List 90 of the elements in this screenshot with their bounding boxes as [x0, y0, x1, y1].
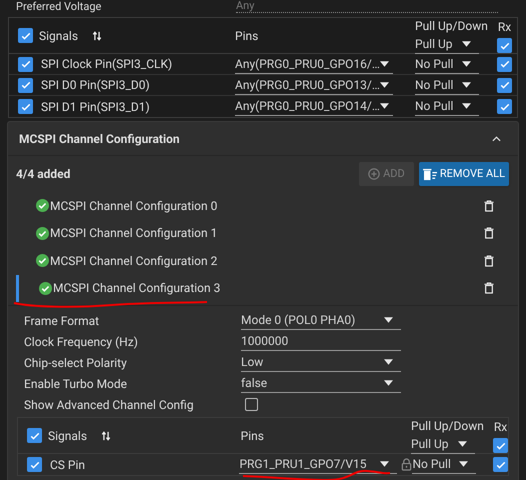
item-label: MCSPI Channel Configuration 1 [50, 225, 218, 242]
caret-icon [462, 103, 471, 109]
caret-icon [384, 317, 393, 323]
delete-icon[interactable] [484, 200, 494, 212]
column-header: Pull Up/Down [415, 18, 485, 35]
checkbox[interactable] [245, 398, 258, 411]
column-header: Rx [498, 19, 512, 36]
sort-icon[interactable] [101, 430, 112, 440]
collapse-icon[interactable] [492, 136, 501, 142]
input-field[interactable]: Any [236, 0, 498, 13]
caret-icon [384, 359, 393, 365]
trash-icon [422, 168, 438, 180]
caret-icon [380, 461, 390, 467]
pull-dropdown[interactable]: No Pull [412, 455, 476, 474]
check-circle-icon [36, 254, 49, 268]
caret-icon [462, 82, 471, 88]
item-label: MCSPI Channel Configuration 3 [53, 280, 222, 298]
column-header: Rx [494, 419, 508, 436]
column-header: Signals [48, 428, 88, 444]
signal-name: CS Pin [50, 456, 86, 474]
checkbox[interactable] [493, 457, 508, 472]
caret-icon [462, 60, 471, 66]
check-circle-icon [36, 226, 49, 240]
pin-dropdown[interactable]: PRG1_PRU1_GPO7/V15 [239, 455, 398, 474]
checkbox[interactable] [497, 38, 512, 53]
caret-icon [384, 380, 393, 386]
checkbox[interactable] [27, 457, 42, 472]
item-label: MCSPI Channel Configuration 2 [50, 252, 218, 270]
pull-dropdown[interactable]: Pull Up [415, 35, 479, 54]
dropdown[interactable]: Mode 0 (POL0 PHA0) [241, 311, 401, 330]
remove-all-button[interactable]: REMOVE ALL [418, 162, 509, 186]
checkbox[interactable] [497, 56, 512, 72]
signal-name: SPI D0 Pin(SPI3_D0) [41, 77, 150, 94]
checkbox[interactable] [18, 78, 33, 92]
list-item[interactable]: MCSPI Channel Configuration 2 [16, 247, 518, 274]
field-label: Clock Frequency (Hz) [24, 334, 139, 350]
checkbox[interactable] [497, 99, 512, 114]
caret-icon [380, 82, 389, 88]
column-header: Pins [240, 428, 265, 444]
checkbox[interactable] [18, 28, 33, 43]
pin-dropdown[interactable]: Any(PRG0_PRU0_GPO16/… [235, 54, 393, 74]
panel-title: MCSPI Channel Configuration [19, 130, 180, 148]
delete-icon[interactable] [484, 227, 494, 240]
dropdown[interactable]: false [241, 374, 401, 393]
column-header: Pull Up/Down [411, 418, 481, 435]
caret-icon [459, 461, 468, 467]
list-item[interactable]: MCSPI Channel Configuration 0 [16, 192, 518, 220]
count-label: 4/4 added [16, 166, 70, 183]
field-label: Show Advanced Channel Config [24, 396, 195, 414]
checkbox[interactable] [493, 438, 508, 453]
check-icon [498, 58, 510, 70]
column-header: Signals [39, 28, 78, 44]
item-label: MCSPI Channel Configuration 0 [50, 198, 218, 215]
checkbox[interactable] [27, 428, 42, 443]
list-item[interactable]: MCSPI Channel Configuration 1 [16, 220, 518, 247]
signal-name: SPI D1 Pin(SPI3_D1) [41, 98, 150, 116]
field-label: Chip-select Polarity [24, 354, 128, 372]
check-circle-icon [36, 199, 49, 212]
check-circle-icon [39, 282, 52, 295]
pull-dropdown[interactable]: No Pull [415, 97, 479, 116]
caret-icon [380, 103, 389, 109]
sort-icon[interactable] [92, 30, 102, 40]
pin-dropdown[interactable]: Any(PRG0_PRU0_GPO14/… [235, 97, 393, 116]
dropdown[interactable]: Low [241, 353, 401, 372]
pull-dropdown[interactable]: No Pull [415, 54, 479, 74]
pull-dropdown[interactable]: No Pull [415, 76, 479, 94]
checkbox[interactable] [18, 56, 33, 72]
lock-icon[interactable] [401, 458, 412, 471]
checkbox[interactable] [18, 99, 33, 114]
signal-name: SPI Clock Pin(SPI3_CLK) [41, 56, 172, 73]
sort-arrows-icon [101, 430, 112, 440]
check-icon [20, 79, 32, 91]
pull-dropdown[interactable]: Pull Up [411, 435, 475, 454]
list-item[interactable]: MCSPI Channel Configuration 3 [16, 274, 518, 302]
input-field[interactable]: 1000000 [241, 332, 401, 351]
field-label: Preferred Voltage [16, 1, 102, 13]
plus-circle-icon [368, 168, 380, 180]
check-icon [498, 79, 510, 91]
check-icon [20, 58, 32, 70]
caret-icon [380, 60, 389, 66]
delete-icon[interactable] [484, 282, 494, 294]
pin-dropdown[interactable]: Any(PRG0_PRU0_GPO13/… [235, 76, 393, 94]
field-label: Enable Turbo Mode [24, 376, 128, 392]
delete-icon[interactable] [484, 254, 494, 267]
field-label: Frame Format [24, 312, 100, 330]
checkbox[interactable] [497, 78, 512, 92]
caret-icon [458, 441, 467, 447]
sort-arrows-icon [92, 30, 102, 40]
caret-icon [462, 41, 471, 47]
column-header: Pins [235, 28, 260, 44]
